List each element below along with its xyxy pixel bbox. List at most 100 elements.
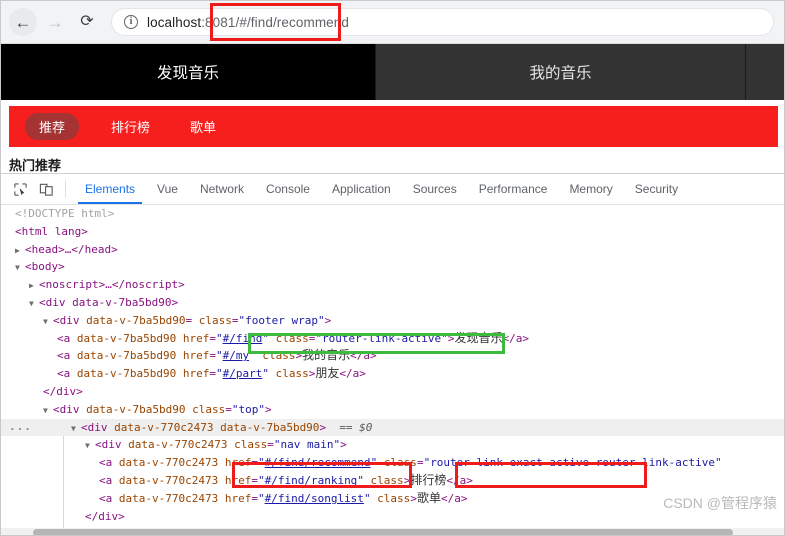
devtools-toolbar: Elements Vue Network Console Application… [1,174,784,205]
attr-data-v: data-v-7ba5bd90 [76,367,177,381]
dom-tree[interactable]: <!DOCTYPE html> <html lang> ▶ <head>…</he… [1,205,784,535]
link-text-find: 发现音乐 [454,330,503,345]
link-text-my: 我的音乐 [302,348,351,363]
reload-icon[interactable]: ⟳ [73,8,101,36]
html-open-tag: <html lang> [15,224,88,238]
browser-toolbar: ← → ⟳ i localhost:8081/#/find/recommend [1,1,784,44]
attr-class-nav-main: nav main [280,438,334,452]
link-text-ranking: 排行榜 [410,472,447,487]
attr-data-v: data-v-7ba5bd90 [86,313,186,327]
tab-network[interactable]: Network [189,174,255,204]
dom-line[interactable]: </div> [1,383,784,401]
dom-line[interactable]: <a data-v-770c2473 href="#/find/ranking"… [1,472,784,490]
dom-line[interactable]: <a data-v-770c2473 href="#/find/recommen… [1,454,784,472]
arrow-right-icon[interactable]: → [41,8,69,36]
url-port: :8081 [201,14,236,30]
url-path: /#/find/recommend [235,14,349,30]
noscript-collapsed-tag: <noscript>…</noscript> [39,278,185,292]
class-router-link-exact-active-value: router-link-exact-active router-link-act… [430,456,715,470]
attr-data-v-child: data-v-770c2473 [118,473,219,487]
attr-data-v-child: data-v-770c2473 [118,456,219,470]
more-options-icon[interactable]: ... [9,418,32,436]
dom-line[interactable]: ▼ <div data-v-7ba5bd90> [1,294,784,313]
scrollbar-thumb[interactable] [33,529,733,535]
tab-performance[interactable]: Performance [468,174,559,204]
dom-line[interactable]: ▼ <div data-v-7ba5bd90 class="top"> [1,401,784,420]
inspect-element-icon[interactable] [7,174,33,204]
collapse-triangle-icon[interactable]: ▼ [29,295,39,313]
expand-triangle-icon[interactable]: ▶ [29,277,39,295]
dom-line[interactable]: <html lang> [1,223,784,241]
section-title: 热门推荐 [9,158,62,173]
selected-node-marker: == $0 [339,420,373,434]
tab-application[interactable]: Application [321,174,402,204]
attr-data-v: data-v-7ba5bd90 [220,420,320,434]
collapse-triangle-icon[interactable]: ▼ [15,259,25,277]
tab-vue[interactable]: Vue [146,174,189,204]
devtools-tab-strip: Elements Vue Network Console Application… [74,174,689,204]
sub-nav-item-ranking[interactable]: 排行榜 [111,117,150,136]
horizontal-scrollbar[interactable] [1,528,784,535]
collapse-triangle-icon[interactable]: ▼ [85,437,95,455]
site-sub-nav-wrap: 推荐 排行榜 歌单 [1,100,784,147]
dom-line-selected[interactable]: ... ▼ <div data-v-770c2473 data-v-7ba5bd9… [1,418,784,438]
attr-data-v: data-v-7ba5bd90 [76,331,177,345]
top-nav-item-part[interactable] [746,44,784,100]
href-part-value[interactable]: #/part [223,367,263,380]
device-toolbar-icon[interactable] [33,174,59,204]
tab-elements[interactable]: Elements [74,174,146,204]
link-text-songlist: 歌单 [416,490,441,505]
attr-class-footer-wrap: footer wrap [245,313,318,327]
href-find-songlist-value[interactable]: #/find/songlist [265,492,364,505]
expand-triangle-icon[interactable]: ▶ [15,242,25,260]
tab-security[interactable]: Security [624,174,689,204]
watermark: CSDN @管程序猿 [663,495,777,511]
toolbar-divider [65,180,66,198]
attr-data-v: data-v-7ba5bd90 [86,402,186,416]
dom-line[interactable]: ▼ <body> [1,258,784,277]
dom-line[interactable]: ▼ <div data-v-7ba5bd90= class="footer wra… [1,312,784,331]
dom-line[interactable]: <a data-v-7ba5bd90 href="#/part" class>朋… [1,365,784,383]
href-find-ranking-value[interactable]: #/find/ranking [265,474,358,487]
tab-console[interactable]: Console [255,174,321,204]
attr-class-top: top [238,402,259,416]
dom-line[interactable]: ▶ <head>…</head> [1,241,784,260]
dom-line[interactable]: ▼ <div data-v-770c2473 class="nav main"> [1,436,784,455]
dom-line[interactable]: ▶ <noscript>…</noscript> [1,276,784,295]
top-nav-item-my[interactable]: 我的音乐 [376,44,746,100]
href-find-value[interactable]: #/find [223,332,263,345]
doctype-text: <!DOCTYPE html> [15,207,115,220]
url-text: localhost:8081/#/find/recommend [147,15,349,30]
link-text-part: 朋友 [315,366,340,381]
sub-nav-item-recommend[interactable]: 推荐 [25,113,80,140]
dom-line[interactable]: <!DOCTYPE html> [1,205,784,223]
dom-line[interactable]: <a data-v-7ba5bd90 href="#/my" class>我的音… [1,347,784,365]
attr-data-v: data-v-7ba5bd90 [76,349,177,363]
site-top-nav: 发现音乐 我的音乐 [1,44,784,100]
url-host: localhost [147,14,202,30]
page-viewport: 发现音乐 我的音乐 推荐 排行榜 歌单 热门推荐 [1,44,784,173]
dom-line[interactable]: <a data-v-7ba5bd90 href="#/find" class="… [1,330,784,348]
close-div-tag: </div> [85,509,125,523]
head-collapsed-tag: <head>…</head> [25,242,118,256]
attr-data-v-child: data-v-770c2473 [114,420,214,434]
site-sub-nav: 推荐 排行榜 歌单 [9,106,778,147]
info-circle-icon[interactable]: i [124,15,138,29]
screenshot-root: ← → ⟳ i localhost:8081/#/find/recommend … [0,0,785,536]
arrow-left-icon[interactable]: ← [9,8,37,36]
href-find-recommend-value[interactable]: #/find/recommend [265,456,371,469]
tab-sources[interactable]: Sources [402,174,468,204]
sub-nav-item-songlist[interactable]: 歌单 [190,117,216,136]
div-root-open-tag: <div data-v-7ba5bd90> [39,295,179,309]
collapse-triangle-icon[interactable]: ▼ [43,313,53,331]
close-div-tag: </div> [43,384,83,398]
collapse-triangle-icon[interactable]: ▼ [43,402,53,420]
collapse-triangle-icon[interactable]: ▼ [71,420,81,438]
href-my-value[interactable]: #/my [223,349,250,362]
tab-memory[interactable]: Memory [558,174,623,204]
attr-data-v-child: data-v-770c2473 [128,438,228,452]
address-bar[interactable]: i localhost:8081/#/find/recommend [111,8,774,36]
attr-data-v-child: data-v-770c2473 [118,491,219,505]
class-router-link-active-value: router-link-active [321,331,442,345]
top-nav-item-find[interactable]: 发现音乐 [1,44,376,100]
